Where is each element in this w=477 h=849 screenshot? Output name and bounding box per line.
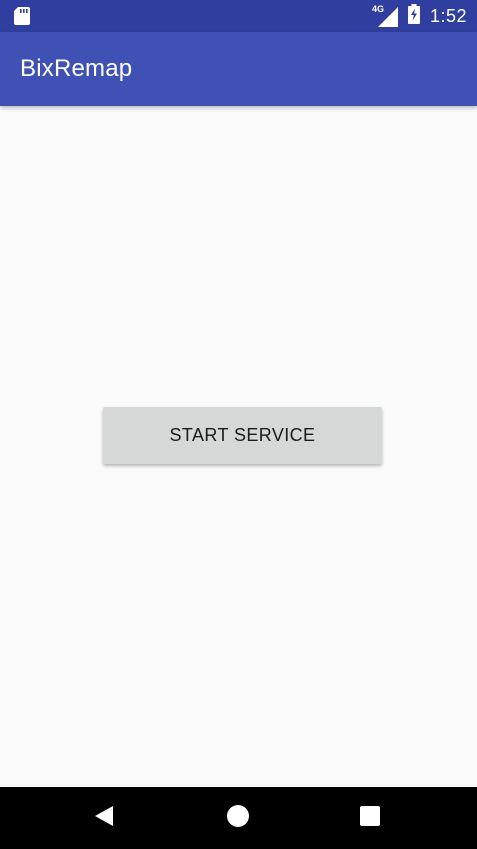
- recents-icon: [359, 805, 381, 832]
- home-button[interactable]: [208, 787, 268, 849]
- main-content: START SERVICE: [0, 106, 477, 787]
- status-icons: 4G 1:52: [372, 0, 467, 32]
- sd-card-icon: [14, 7, 30, 25]
- back-icon: [93, 804, 115, 833]
- network-indicator: 4G: [372, 4, 398, 27]
- signal-icon: [376, 7, 398, 32]
- start-service-button[interactable]: START SERVICE: [103, 407, 382, 464]
- back-button[interactable]: [74, 787, 134, 849]
- app-screen: 4G 1:52 BixRemap START SERVICE: [0, 0, 477, 849]
- app-bar: BixRemap: [0, 32, 477, 106]
- recents-button[interactable]: [340, 787, 400, 849]
- battery-charging-icon: [407, 3, 420, 29]
- navigation-bar: [0, 787, 477, 849]
- home-icon: [226, 804, 250, 833]
- status-bar: 4G 1:52: [0, 0, 477, 32]
- app-title: BixRemap: [20, 55, 133, 82]
- status-clock: 1:52: [429, 6, 467, 26]
